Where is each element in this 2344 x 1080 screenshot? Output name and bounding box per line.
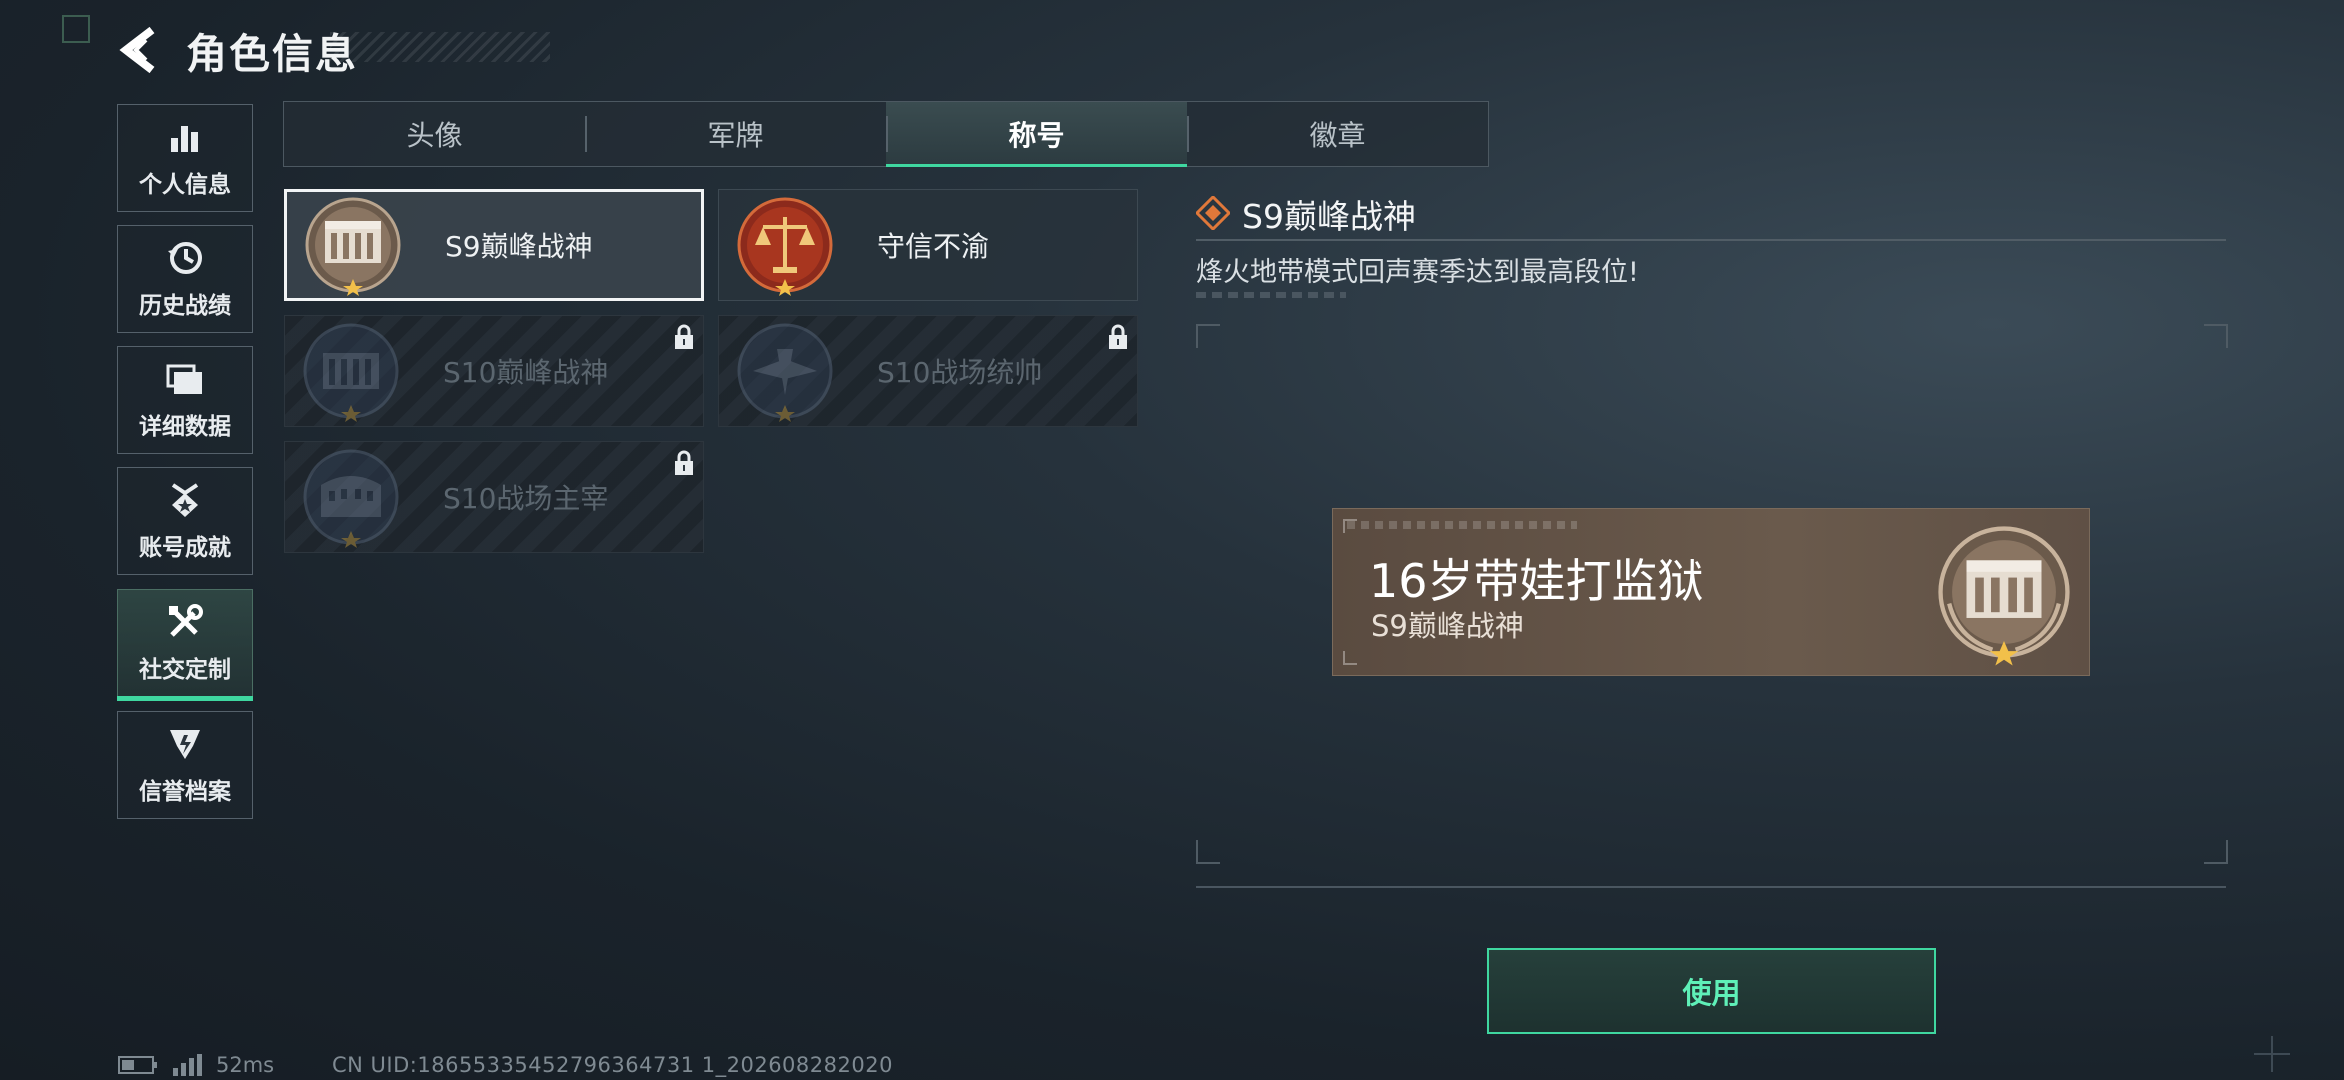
user-uid: CN UID:18655335452796364731 1_2026082820… <box>332 1053 893 1077</box>
lock-icon <box>675 450 693 475</box>
title-card-name: S9巅峰战神 <box>445 230 593 263</box>
battery-icon <box>118 1056 157 1074</box>
active-indicator <box>117 696 253 701</box>
title-card-s10-commander[interactable]: S10战场统帅 <box>718 315 1138 427</box>
sidebar-item-label: 历史战绩 <box>139 293 231 319</box>
detail-dots-decoration <box>1196 292 1346 298</box>
banner-dots-decoration <box>1347 521 1577 529</box>
frame-corner <box>1196 840 1220 864</box>
title-card-s10-dominator[interactable]: S10战场主宰 <box>284 441 704 553</box>
frame-corner <box>1196 324 1220 348</box>
sidebar-item-detailed-data[interactable]: 详细数据 <box>117 346 253 454</box>
tab-badge[interactable]: 徽章 <box>1187 102 1488 166</box>
tab-bar: 头像 军牌 称号 徽章 <box>283 101 1489 167</box>
sidebar-item-label: 账号成就 <box>139 535 231 561</box>
sidebar-item-personal-info[interactable]: 个人信息 <box>117 104 253 212</box>
sidebar-item-label: 个人信息 <box>139 172 231 198</box>
frame-corner <box>2204 840 2228 864</box>
fortress-emblem-icon <box>1938 526 2070 666</box>
folder-stack-icon <box>165 359 205 399</box>
tab-dog-tag[interactable]: 军牌 <box>585 102 886 166</box>
crosshair-corner-icon <box>2254 1036 2290 1072</box>
fortress-emblem-icon <box>301 193 405 297</box>
sidebar-item-credit-record[interactable]: 信誉档案 <box>117 711 253 819</box>
fortress-emblem-icon <box>299 319 403 423</box>
sidebar-item-achievements[interactable]: 账号成就 <box>117 467 253 575</box>
corner-frame-decoration <box>62 15 90 43</box>
title-card-name: S10巅峰战神 <box>443 356 609 389</box>
sidebar-item-social-custom[interactable]: 社交定制 <box>117 589 253 701</box>
title-card-name: 守信不渝 <box>877 230 990 263</box>
tab-title[interactable]: 称号 <box>886 102 1187 167</box>
detail-bottom-divider <box>1196 886 2226 888</box>
title-card-name: S10战场主宰 <box>443 482 609 515</box>
achievement-badge-icon <box>165 480 205 520</box>
sidebar-item-history[interactable]: 历史战绩 <box>117 225 253 333</box>
bar-chart-icon <box>165 117 205 157</box>
aircraft-emblem-icon <box>733 319 837 423</box>
credit-shield-icon <box>165 724 205 764</box>
sidebar-item-label: 社交定制 <box>139 657 231 683</box>
lock-icon <box>1109 324 1127 349</box>
sidebar-item-label: 详细数据 <box>139 414 231 440</box>
detail-title: S9巅峰战神 <box>1242 197 1416 236</box>
title-card-keep-faith[interactable]: 守信不渝 <box>718 189 1138 301</box>
page-title: 角色信息 <box>186 30 358 78</box>
detail-description: 烽火地带模式回声赛季达到最高段位! <box>1196 257 1639 288</box>
title-card-s9-peak-god[interactable]: S9巅峰战神 <box>284 189 704 301</box>
lock-icon <box>675 324 693 349</box>
title-stripe-decoration <box>330 32 550 62</box>
title-preview-banner: 16岁带娃打监狱 S9巅峰战神 <box>1332 508 2090 676</box>
ping-value: 52ms <box>216 1053 275 1077</box>
signal-icon <box>173 1054 202 1076</box>
detail-divider <box>1196 239 2226 241</box>
title-card-name: S10战场统帅 <box>877 356 1043 389</box>
tab-avatar[interactable]: 头像 <box>284 102 585 166</box>
preview-title: S9巅峰战神 <box>1371 609 1524 643</box>
sidebar-item-label: 信誉档案 <box>139 779 231 805</box>
banner-corner <box>1343 651 1357 665</box>
status-bar: 52ms <box>118 1052 274 1078</box>
back-arrow-icon <box>119 26 155 74</box>
colosseum-emblem-icon <box>299 445 403 549</box>
banner-corner <box>1343 519 1357 533</box>
use-button[interactable]: 使用 <box>1487 948 1936 1034</box>
frame-corner <box>2204 324 2228 348</box>
preview-nickname: 16岁带娃打监狱 <box>1369 554 1704 608</box>
scales-emblem-icon <box>733 193 837 297</box>
tools-icon <box>165 602 205 642</box>
title-card-s10-peak-god[interactable]: S10巅峰战神 <box>284 315 704 427</box>
history-clock-icon <box>165 238 205 278</box>
title-diamond-icon <box>1196 196 1230 230</box>
back-button[interactable] <box>118 26 160 74</box>
